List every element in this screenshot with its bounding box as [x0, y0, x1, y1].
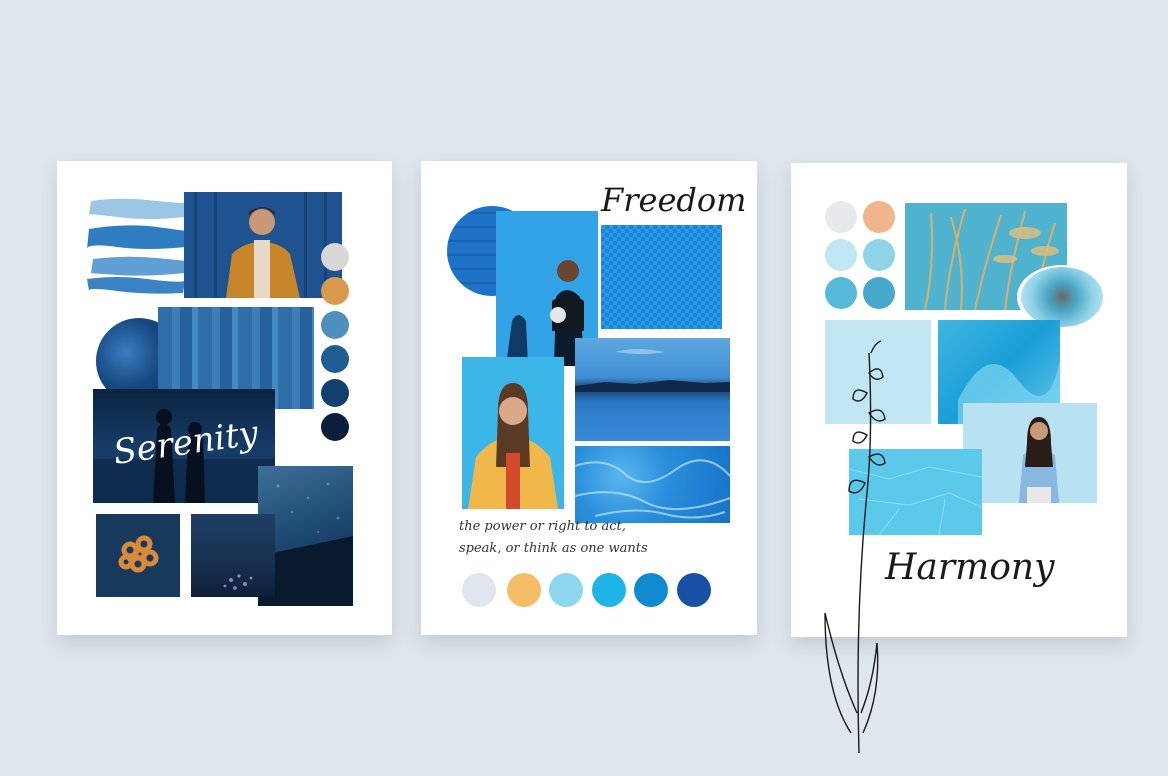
watercolor-strokes-image: [87, 195, 185, 295]
palette-swatch-4: [321, 345, 349, 373]
night-lights-photo: [191, 514, 275, 597]
pool-mosaic-image: [601, 225, 722, 329]
palette-swatch-3: [321, 311, 349, 339]
board-caption-line-1: the power or right to act,: [459, 519, 626, 534]
palette-swatch-2: [507, 573, 541, 607]
palette-swatch-2: [321, 277, 349, 305]
woman-blue-top-photo: [963, 403, 1097, 503]
board-title: Harmony: [885, 547, 1055, 588]
board-title: Freedom: [601, 181, 747, 219]
palette-swatch-5: [321, 379, 349, 407]
woman-yellow-jacket-photo: [462, 357, 564, 509]
palette-swatch-1: [321, 243, 349, 271]
board-caption-line-2: speak, or think as one wants: [459, 541, 648, 556]
palette-swatch-4: [592, 573, 626, 607]
palette-swatch-1: [462, 573, 496, 607]
palette-swatch-6: [677, 573, 711, 607]
moodboard-freedom: Freedom the power or right to act, speak…: [421, 161, 757, 635]
palette-swatch-6: [321, 413, 349, 441]
palette-swatch-4: [863, 239, 895, 271]
palette-swatch-1: [825, 201, 857, 233]
man-portrait-photo: [184, 192, 342, 298]
palette-swatch-6: [863, 277, 895, 309]
botanical-sketch-image: [824, 340, 886, 753]
palette-swatch-5: [825, 277, 857, 309]
orange-coral-photo: [96, 514, 180, 597]
moodboard-serenity: Serenity: [57, 161, 392, 635]
palette-swatch-3: [825, 239, 857, 271]
moodboard-harmony: Harmony: [791, 163, 1127, 753]
palette-swatch-3: [549, 573, 583, 607]
blue-marble-texture-image: [575, 446, 730, 523]
lake-landscape-photo: [575, 338, 730, 441]
palette-swatch-5: [634, 573, 668, 607]
palette-swatch-2: [863, 201, 895, 233]
